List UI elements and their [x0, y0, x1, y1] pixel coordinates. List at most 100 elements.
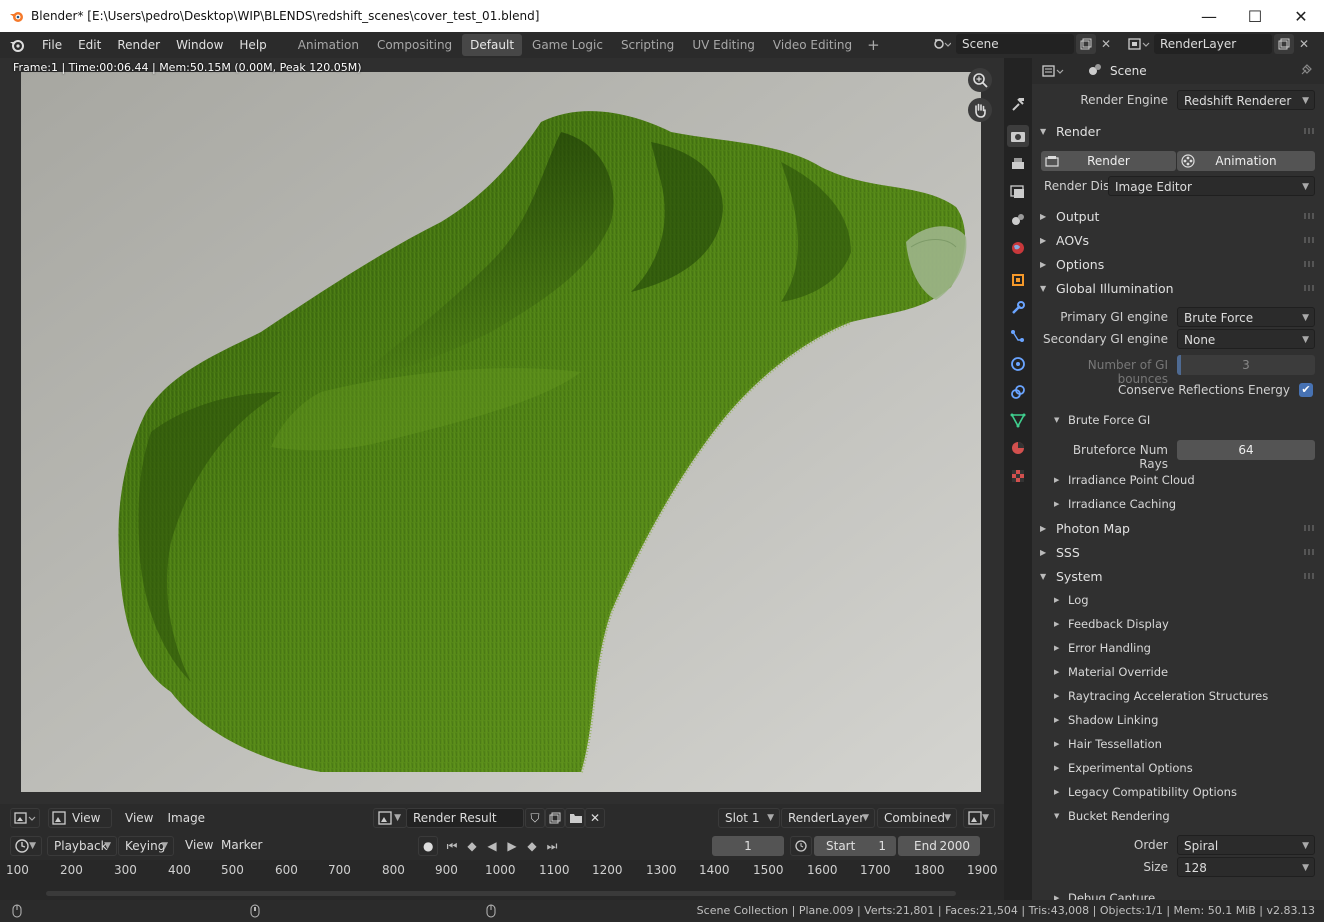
tab-scripting[interactable]: Scripting [613, 34, 682, 56]
bucket-size-dropdown[interactable]: 128 ▼ [1177, 857, 1315, 877]
drag-grip-icon[interactable] [1304, 128, 1314, 134]
subpanel-material-override[interactable]: ▶ Material Override [1054, 660, 1168, 684]
pan-hand-icon[interactable] [968, 98, 992, 122]
drag-grip-icon[interactable] [1304, 285, 1314, 291]
next-keyframe-icon[interactable]: ◆ [522, 836, 542, 856]
drag-grip-icon[interactable] [1304, 261, 1314, 267]
secondary-gi-dropdown[interactable]: None ▼ [1177, 329, 1315, 349]
tool-tab-icon[interactable] [1007, 93, 1029, 115]
panel-output[interactable]: ▶ Output [1032, 204, 1324, 228]
view-layer-tab-icon[interactable] [1007, 181, 1029, 203]
new-view-layer-icon[interactable] [1274, 34, 1294, 54]
tab-uv-editing[interactable]: UV Editing [684, 34, 763, 56]
render-tab-icon[interactable] [1007, 125, 1029, 147]
subpanel-raytracing[interactable]: ▶ Raytracing Acceleration Structures [1054, 684, 1268, 708]
remove-view-layer-icon[interactable]: ✕ [1294, 34, 1314, 54]
start-frame-field[interactable]: Start 1 [814, 836, 896, 856]
subpanel-brute-force-gi[interactable]: ▼ Brute Force GI [1054, 408, 1150, 432]
keying-dropdown[interactable]: Keying ▼ [118, 836, 174, 856]
render-display-dropdown[interactable]: Image Editor ▼ [1108, 176, 1315, 196]
tab-game-logic[interactable]: Game Logic [524, 34, 611, 56]
subpanel-irradiance-caching[interactable]: ▶ Irradiance Caching [1054, 492, 1176, 516]
world-tab-icon[interactable] [1007, 237, 1029, 259]
subpanel-irradiance-point-cloud[interactable]: ▶ Irradiance Point Cloud [1054, 468, 1195, 492]
timeline-menu-marker[interactable]: Marker [214, 838, 269, 852]
unlink-image-icon[interactable]: ✕ [585, 808, 605, 828]
panel-system[interactable]: ▼ System [1032, 564, 1324, 588]
play-icon[interactable]: ▶ [502, 836, 522, 856]
num-rays-field[interactable]: 64 [1177, 440, 1315, 460]
panel-options[interactable]: ▶ Options [1032, 252, 1324, 276]
panel-aovs[interactable]: ▶ AOVs [1032, 228, 1324, 252]
slot-dropdown[interactable]: Slot 1 ▼ [718, 808, 780, 828]
subpanel-feedback-display[interactable]: ▶ Feedback Display [1054, 612, 1169, 636]
render-button[interactable]: Render [1041, 151, 1176, 171]
render-engine-dropdown[interactable]: Redshift Renderer ▼ [1177, 90, 1315, 110]
duplicate-image-icon[interactable] [545, 808, 565, 828]
menu-view[interactable]: View [118, 811, 160, 825]
material-tab-icon[interactable] [1007, 437, 1029, 459]
drag-grip-icon[interactable] [1304, 525, 1314, 531]
view-layer-name-field[interactable]: RenderLayer [1154, 34, 1272, 54]
new-scene-icon[interactable] [1076, 34, 1096, 54]
zoom-icon[interactable] [968, 68, 992, 92]
scene-name-field[interactable]: Scene [956, 34, 1074, 54]
conserve-energy-checkbox[interactable]: ✔ [1299, 383, 1313, 397]
image-browse-icon[interactable]: ▼ [373, 808, 407, 828]
playback-dropdown[interactable]: Playback ▼ [47, 836, 117, 856]
constraints-tab-icon[interactable] [1007, 381, 1029, 403]
subpanel-experimental-options[interactable]: ▶ Experimental Options [1054, 756, 1193, 780]
tab-default[interactable]: Default [462, 34, 523, 56]
tab-animation[interactable]: Animation [290, 34, 367, 56]
menu-file[interactable]: File [34, 32, 70, 58]
drag-grip-icon[interactable] [1304, 549, 1314, 555]
properties-editor-type-icon[interactable] [1038, 61, 1068, 81]
layer-dropdown[interactable]: RenderLayer ▼ [781, 808, 875, 828]
subpanel-bucket-rendering[interactable]: ▼ Bucket Rendering [1054, 804, 1170, 828]
modifier-tab-icon[interactable] [1007, 297, 1029, 319]
view-mode-dropdown[interactable]: View [48, 808, 112, 828]
add-workspace-icon[interactable]: + [861, 36, 886, 54]
minimize-button[interactable]: — [1186, 0, 1232, 32]
subpanel-shadow-linking[interactable]: ▶ Shadow Linking [1054, 708, 1158, 732]
scene-tab-icon[interactable] [1007, 209, 1029, 231]
prev-keyframe-icon[interactable]: ◆ [462, 836, 482, 856]
timeline-scrollbar[interactable] [46, 891, 956, 896]
output-tab-icon[interactable] [1007, 153, 1029, 175]
play-reverse-icon[interactable]: ◀ [482, 836, 502, 856]
display-channels-icon[interactable]: ▼ [963, 808, 995, 828]
object-tab-icon[interactable] [1007, 269, 1029, 291]
data-tab-icon[interactable] [1007, 409, 1029, 431]
menu-edit[interactable]: Edit [70, 32, 109, 58]
primary-gi-dropdown[interactable]: Brute Force ▼ [1177, 307, 1315, 327]
menu-render[interactable]: Render [109, 32, 168, 58]
preview-range-icon[interactable] [790, 836, 812, 856]
maximize-button[interactable]: ☐ [1232, 0, 1278, 32]
gi-bounces-field[interactable]: 3 [1177, 355, 1315, 375]
subpanel-error-handling[interactable]: ▶ Error Handling [1054, 636, 1151, 660]
pass-dropdown[interactable]: Combined ▼ [877, 808, 957, 828]
subpanel-debug-capture[interactable]: ▶ Debug Capture [1054, 886, 1155, 900]
jump-end-icon[interactable]: ⏭ [542, 836, 562, 856]
current-frame-field[interactable]: 1 [712, 836, 784, 856]
menu-help[interactable]: Help [231, 32, 274, 58]
physics-tab-icon[interactable] [1007, 353, 1029, 375]
image-name-field[interactable]: Render Result [406, 808, 524, 828]
tab-compositing[interactable]: Compositing [369, 34, 460, 56]
remove-scene-icon[interactable]: ✕ [1096, 34, 1116, 54]
auto-keying-icon[interactable]: ● [418, 836, 438, 856]
open-image-icon[interactable] [565, 808, 585, 828]
close-button[interactable]: ✕ [1278, 0, 1324, 32]
jump-start-icon[interactable]: ⏮ [442, 836, 462, 856]
panel-global-illumination[interactable]: ▼ Global Illumination [1032, 276, 1324, 300]
panel-render[interactable]: ▼ Render [1032, 119, 1324, 143]
particles-tab-icon[interactable] [1007, 325, 1029, 347]
scene-icon[interactable] [928, 34, 956, 54]
view-layer-icon[interactable] [1124, 34, 1154, 54]
subpanel-hair-tessellation[interactable]: ▶ Hair Tessellation [1054, 732, 1162, 756]
subpanel-log[interactable]: ▶ Log [1054, 588, 1089, 612]
end-frame-field[interactable]: End 2000 [898, 836, 980, 856]
bucket-order-dropdown[interactable]: Spiral ▼ [1177, 835, 1315, 855]
editor-type-icon[interactable] [10, 808, 40, 828]
timeline-editor-type-icon[interactable]: ▼ [10, 836, 42, 856]
